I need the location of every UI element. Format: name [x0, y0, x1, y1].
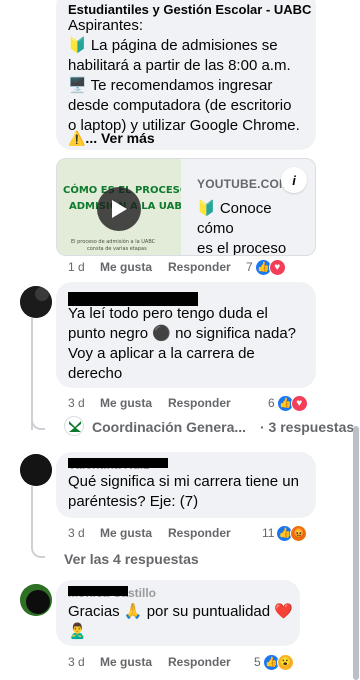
comment-bubble: Ya leí todo pero tengo duda el punto neg…	[56, 282, 316, 388]
post-text-line: 🔰 La página de admisiones se	[68, 37, 278, 54]
post-text-line: habilitará a partir de las 8:00 a.m.	[68, 57, 291, 74]
like-button[interactable]: Me gusta	[100, 260, 168, 274]
comment-text-line: Ya leí todo pero tengo duda el	[68, 305, 268, 322]
comment-time[interactable]: 3 d	[68, 655, 100, 669]
comment-text-line: paréntesis? Eje: (7)	[68, 493, 199, 510]
avatar[interactable]	[20, 584, 52, 616]
reply-count[interactable]: · 3 respuestas	[260, 419, 354, 435]
comment-text-line: derecho	[68, 365, 123, 382]
post-author[interactable]: Estudiantiles y Gestión Escolar - UABC	[68, 2, 311, 17]
reaction-count: 5	[254, 655, 261, 669]
comment-text-line: Qué significa si mi carrera tiene un	[68, 473, 299, 490]
link-domain: YOUTUBE.COM	[197, 177, 290, 191]
reply-button[interactable]: Responder	[168, 260, 231, 274]
comment-bubble: Mónica Castillo Gracias 🙏 por su puntual…	[56, 580, 300, 646]
youtube-link-card[interactable]: CÓMO ES EL PROCESO ADMISIÓN A LA UABC? E…	[56, 158, 316, 256]
comment-bubble: Valentina Ruiz Qué significa si mi carre…	[56, 452, 316, 518]
play-icon[interactable]	[97, 187, 141, 231]
comment-actions: 3 d Me gusta Responder	[68, 652, 231, 672]
like-button[interactable]: Me gusta	[100, 396, 168, 410]
wow-reaction-icon: 😮	[276, 653, 294, 671]
thumbnail-caption-2: consta de varias etapas	[87, 246, 147, 252]
redacted-author-name	[68, 458, 168, 468]
thread-elbow-view-replies	[31, 538, 45, 558]
like-button[interactable]: Me gusta	[100, 526, 168, 540]
comment-time[interactable]: 1 d	[68, 260, 100, 274]
reaction-count: 6	[268, 396, 275, 410]
reply-preview[interactable]: Coordinación Genera... · 3 respuestas	[64, 416, 354, 438]
cosge-logo	[64, 416, 84, 436]
reaction-summary[interactable]: 7 👍 ♥	[246, 257, 286, 277]
post-comment-actions: 1 d Me gusta Responder	[68, 257, 231, 277]
reply-button[interactable]: Responder	[168, 655, 231, 669]
comment-actions: 3 d Me gusta Responder	[68, 523, 231, 543]
info-icon[interactable]: i	[281, 167, 307, 193]
reaction-summary[interactable]: 11 👍 😡	[262, 523, 308, 543]
see-more-link[interactable]: ⚠️... Ver más	[68, 128, 155, 148]
reaction-count: 11	[262, 526, 275, 540]
video-thumbnail[interactable]: CÓMO ES EL PROCESO ADMISIÓN A LA UABC? E…	[57, 159, 195, 255]
reaction-summary[interactable]: 5 👍 😮	[254, 652, 294, 672]
like-button[interactable]: Me gusta	[100, 655, 168, 669]
redacted-author-name	[68, 586, 128, 596]
reaction-count: 7	[246, 260, 253, 274]
thumbnail-caption: El proceso de admisión a la UABC	[71, 238, 156, 245]
post-text-line: Aspirantes:	[68, 17, 144, 34]
post-text-line: desde computadora (de escritorio	[68, 97, 292, 114]
avatar[interactable]	[20, 454, 52, 486]
comment-time[interactable]: 3 d	[68, 526, 100, 540]
love-reaction-icon: ♥	[268, 258, 286, 276]
link-title-line: es el proceso de...	[197, 240, 287, 256]
angry-reaction-icon: 😡	[290, 524, 308, 542]
view-replies-link[interactable]: Ver las 4 respuestas	[64, 551, 199, 567]
reply-button[interactable]: Responder	[168, 526, 231, 540]
comment-text-line: punto negro ⚫ no significa nada?	[68, 325, 297, 342]
comment-text-line: 🙎‍♂️	[68, 623, 87, 640]
avatar[interactable]	[20, 286, 52, 318]
link-title[interactable]: 🔰 Conoce cómo es el proceso de...	[197, 199, 309, 256]
reply-author[interactable]: Coordinación Genera...	[92, 419, 246, 435]
scrollbar-thumb[interactable]	[353, 426, 359, 680]
reply-button[interactable]: Responder	[168, 396, 231, 410]
comment-text-line: Voy a aplicar a la carrera de	[68, 345, 255, 362]
link-title-line: 🔰 Conoce cómo	[197, 200, 272, 237]
reaction-summary[interactable]: 6 👍 ♥	[268, 393, 308, 413]
thread-elbow-reply	[31, 410, 45, 430]
post-text-line: 🖥️ Te recomendamos ingresar	[68, 77, 273, 94]
comment-text-line: Gracias 🙏 por su puntualidad ❤️	[68, 603, 293, 620]
love-reaction-icon: ♥	[290, 394, 308, 412]
comment-time[interactable]: 3 d	[68, 396, 100, 410]
comment-actions: 3 d Me gusta Responder	[68, 393, 231, 413]
